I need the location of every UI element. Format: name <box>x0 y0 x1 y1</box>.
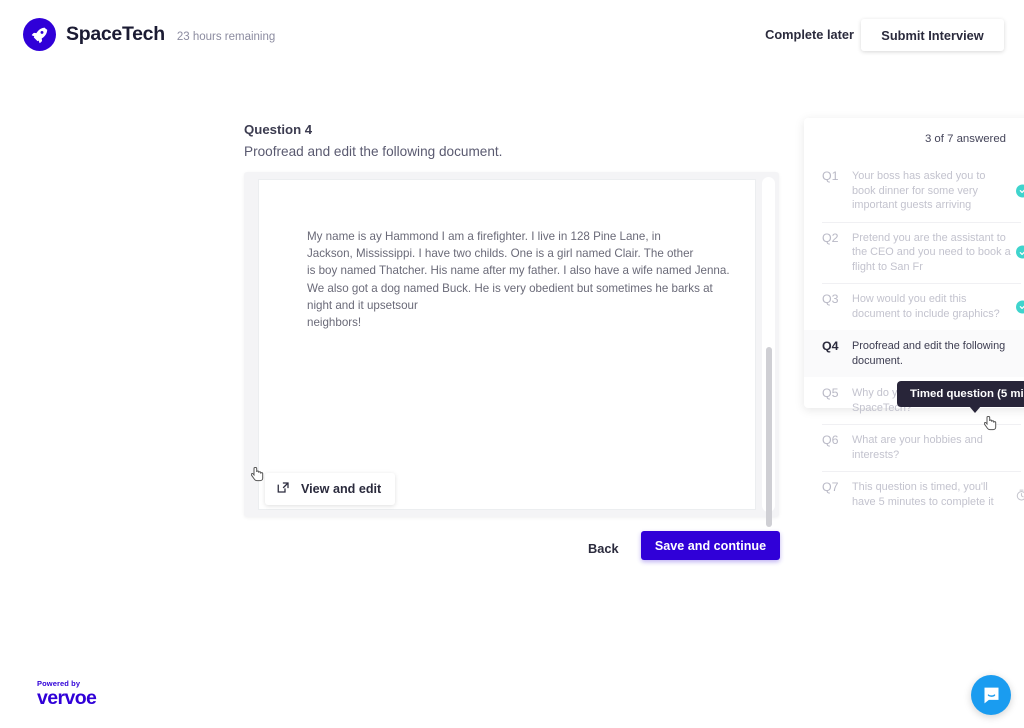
question-list-item-id: Q6 <box>822 433 839 447</box>
question-prompt: Proofread and edit the following documen… <box>244 144 503 159</box>
rocket-icon <box>23 18 56 51</box>
answered-check-icon <box>1016 300 1024 313</box>
view-and-edit-button[interactable]: View and edit <box>265 473 396 505</box>
back-button[interactable]: Back <box>582 537 625 560</box>
question-number: Question 4 <box>244 122 313 137</box>
question-list-item-q6[interactable]: Q6 What are your hobbies and interests? <box>804 424 1024 471</box>
question-list-item-text: Your boss has asked you to book dinner f… <box>852 170 986 211</box>
question-list-item-q3[interactable]: Q3 How would you edit this document to in… <box>804 283 1024 330</box>
document-line: We also got a dog named Buck. He is very… <box>307 281 713 312</box>
save-and-continue-button[interactable]: Save and continue <box>641 531 780 560</box>
question-list-item-text: This question is timed, you'll have 5 mi… <box>852 481 994 508</box>
question-list-item-text: How would you edit this document to incl… <box>852 293 1000 320</box>
vervoe-logo-text: vervoe <box>37 687 97 709</box>
vervoe-branding: Powered by vervoe <box>37 679 97 709</box>
question-list-item-id: Q7 <box>822 480 839 494</box>
chat-bubble-icon[interactable] <box>971 675 1011 715</box>
document-page: My name is ay Hammond I am a firefighter… <box>258 179 756 510</box>
question-list-item-id: Q2 <box>822 230 839 245</box>
app-header: SpaceTech 23 hours remaining Complete la… <box>0 0 1024 68</box>
document-scrollbar-thumb[interactable] <box>766 347 772 527</box>
answered-check-icon <box>1016 245 1024 259</box>
external-link-icon <box>276 480 291 498</box>
view-and-edit-label: View and edit <box>301 482 382 496</box>
document-preview-card: My name is ay Hammond I am a firefighter… <box>244 172 779 527</box>
answered-check-icon <box>1016 184 1024 198</box>
question-list-item-q1[interactable]: Q1 Your boss has asked you to book dinner… <box>804 160 1024 222</box>
document-line: neighbors! <box>307 316 362 330</box>
timed-question-tooltip: Timed question (5 mins) <box>897 381 1024 413</box>
question-navigator-panel: 3 of 7 answered Q1 Your boss has asked yo… <box>804 118 1024 508</box>
question-list: Q1 Your boss has asked you to book dinner… <box>804 160 1024 518</box>
complete-later-button[interactable]: Complete later <box>765 27 854 42</box>
question-list-item-id: Q1 <box>822 169 839 183</box>
question-list-item-text: What are your hobbies and interests? <box>852 434 983 461</box>
submit-interview-button[interactable]: Submit Interview <box>861 19 1004 51</box>
answered-summary: 3 of 7 answered <box>924 133 1006 145</box>
question-list-item-q4[interactable]: Q4 Proofread and edit the following docum… <box>804 330 1024 377</box>
document-line: Jackson, Mississippi. I have two childs.… <box>307 247 694 261</box>
document-line: My name is ay Hammond I am a firefighter… <box>307 230 661 243</box>
document-text: My name is ay Hammond I am a firefighter… <box>307 228 735 331</box>
question-list-item-text: Proofread and edit the following documen… <box>852 340 1006 367</box>
question-heading: Question 4 Proofread and edit the follow… <box>244 121 502 161</box>
timer-icon[interactable] <box>1015 488 1024 501</box>
brand-name: SpaceTech <box>66 23 165 45</box>
document-line: is boy named Thatcher. His name after my… <box>307 264 730 278</box>
question-list-item-q7[interactable]: Q7 This question is timed, you'll have 5 … <box>804 471 1024 518</box>
time-remaining-label: 23 hours remaining <box>176 31 276 43</box>
question-list-item-id: Q3 <box>822 292 839 306</box>
question-list-item-id: Q4 <box>822 339 839 353</box>
question-list-item-text: Pretend you are the assistant to the CEO… <box>852 231 1011 273</box>
brand: SpaceTech 23 hours remaining <box>23 18 275 51</box>
question-list-item-id: Q5 <box>822 386 839 400</box>
question-list-item-q2[interactable]: Q2 Pretend you are the assistant to the C… <box>804 221 1024 284</box>
